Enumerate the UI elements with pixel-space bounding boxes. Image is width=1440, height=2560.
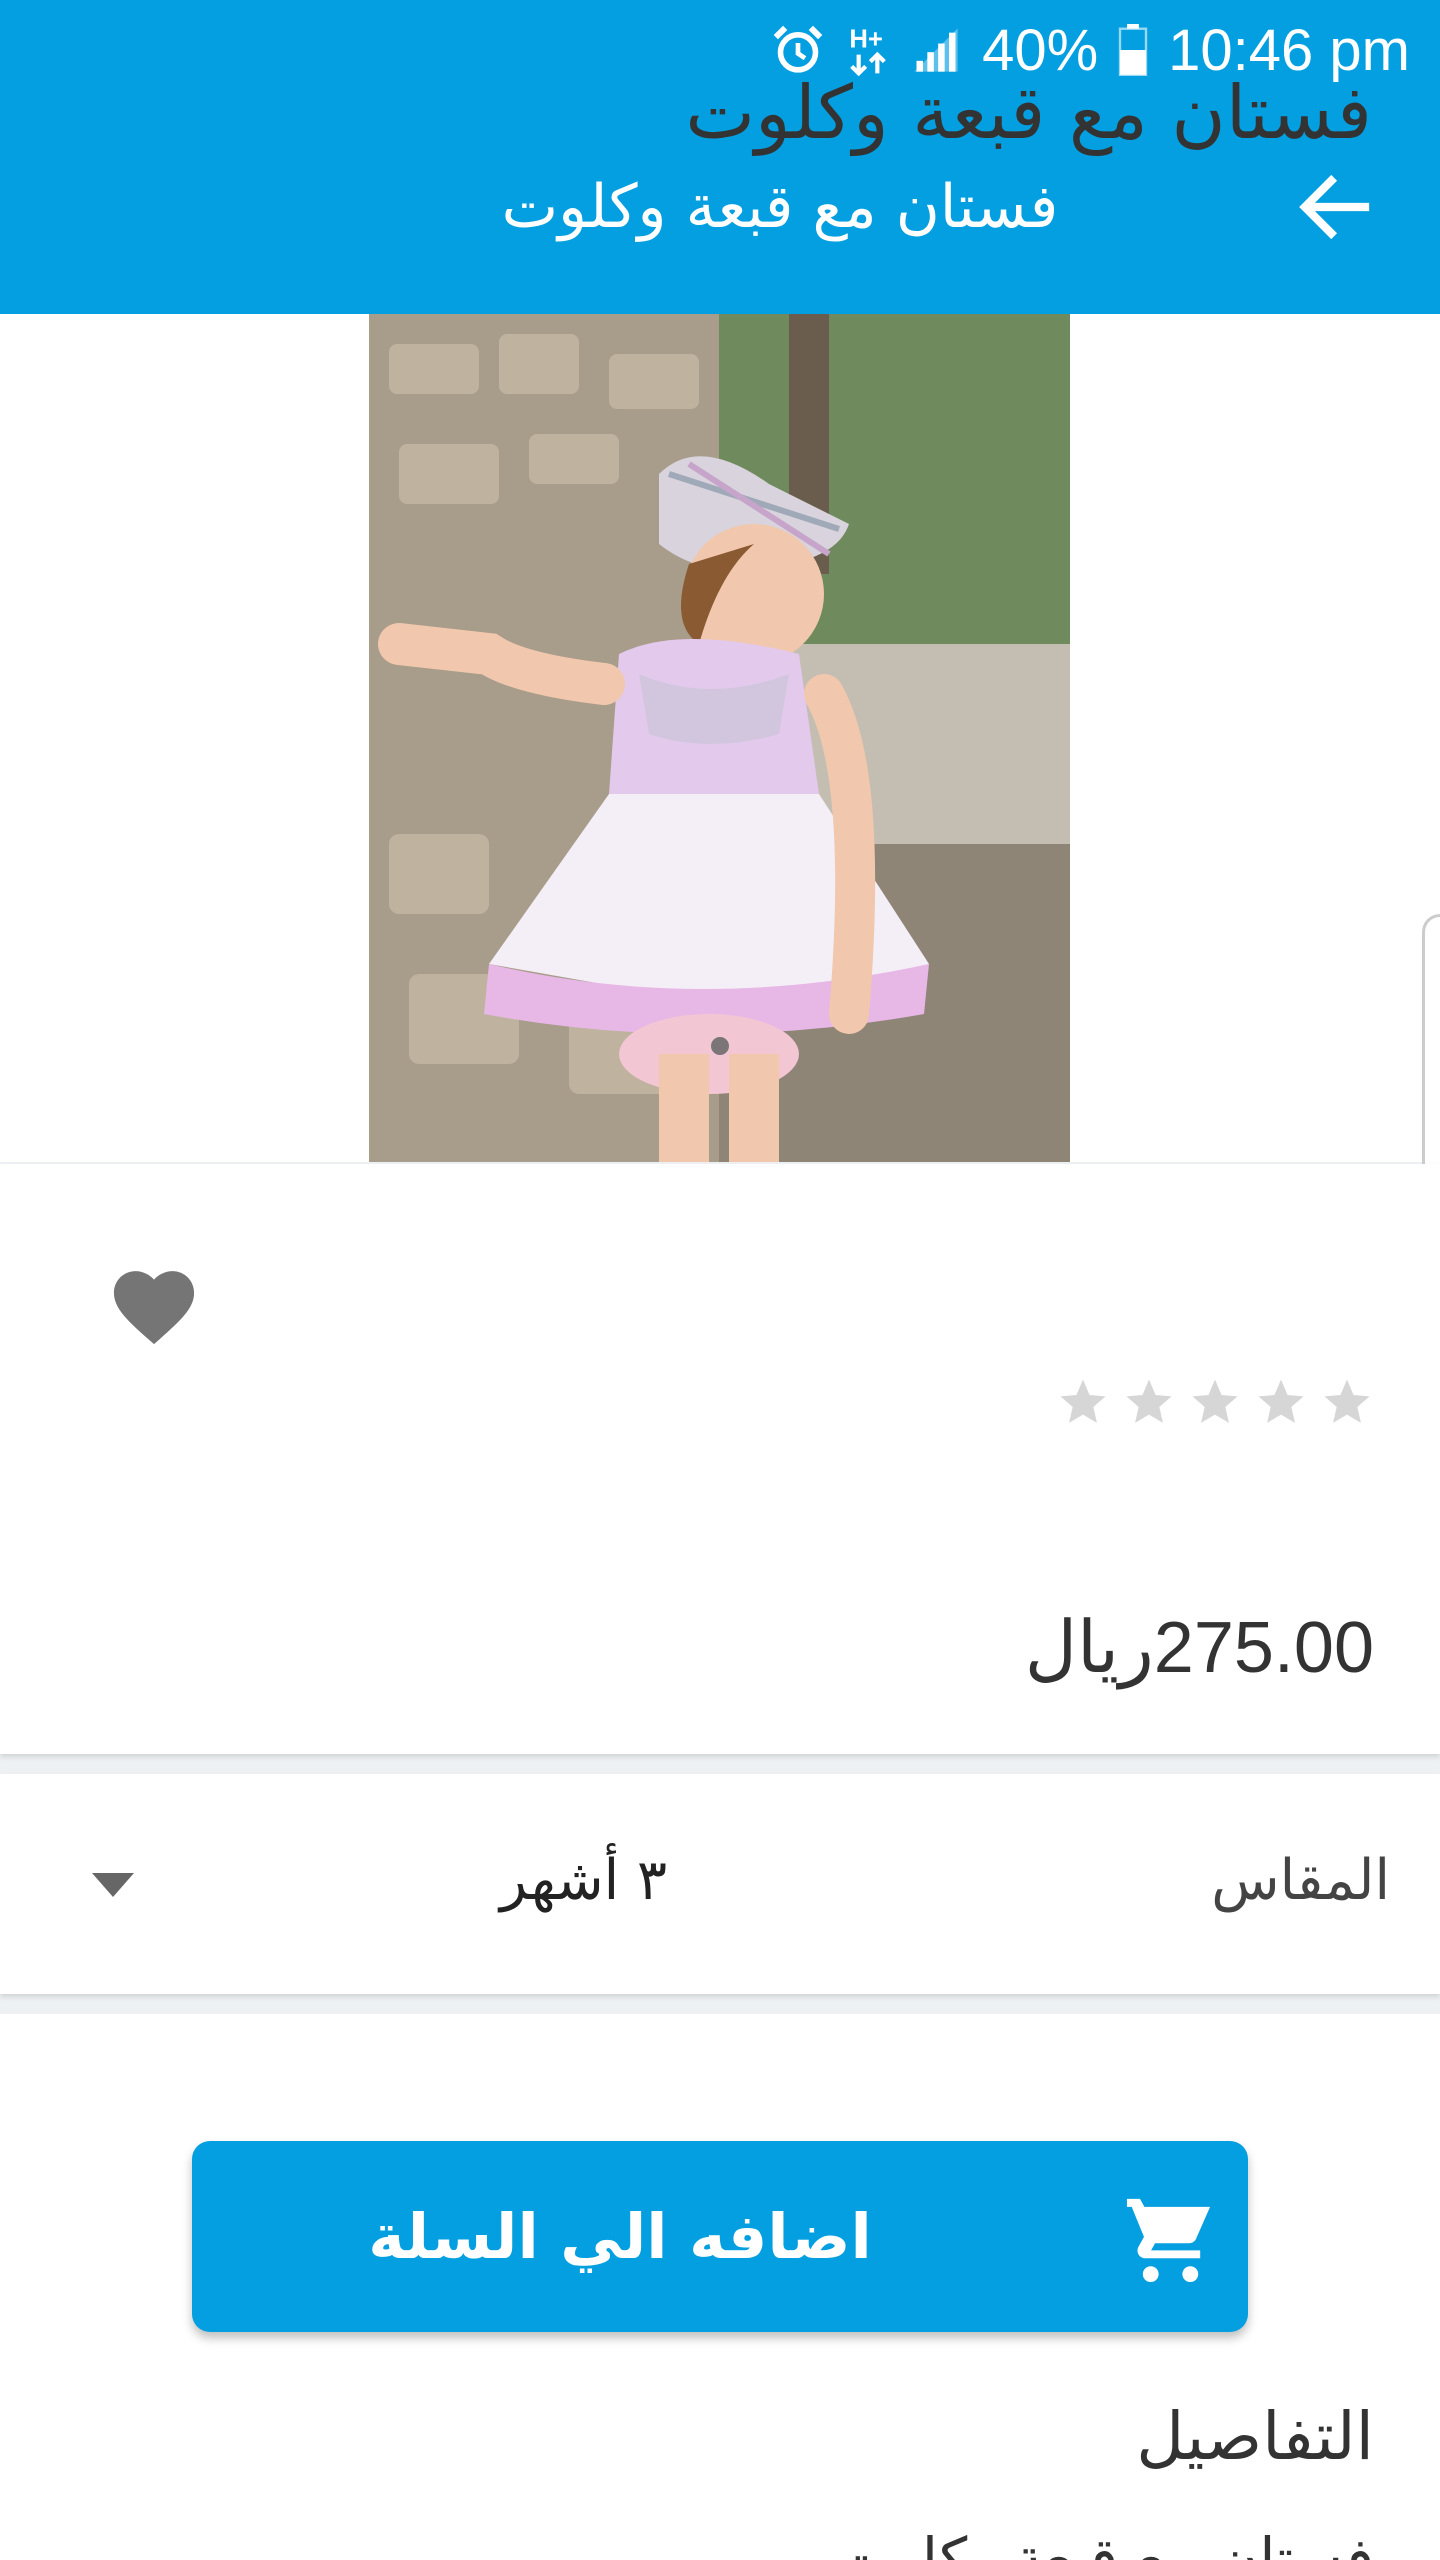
product-photo[interactable] <box>369 314 1070 1162</box>
size-dropdown-value[interactable]: ٣ أشهر <box>500 1848 667 1913</box>
signal-icon <box>914 28 958 72</box>
product-price: 275.00ريال <box>1024 1608 1374 1688</box>
star-icon[interactable] <box>1320 1375 1374 1429</box>
heart-icon[interactable] <box>108 1262 200 1346</box>
arrow-back-icon[interactable] <box>1290 162 1380 252</box>
product-title: فستان مع قبعة وكلوت <box>685 70 1372 156</box>
svg-text:H+: H+ <box>849 26 883 54</box>
size-label: المقاس <box>1211 1848 1390 1913</box>
product-gallery[interactable] <box>0 314 1440 1394</box>
details-heading: التفاصيل <box>1136 2398 1374 2475</box>
add-to-cart-button[interactable]: اضافه الي السلة <box>192 2141 1248 2332</box>
details-text: فستان مع قبعة وكلوت <box>835 2525 1374 2560</box>
dropdown-arrow-icon[interactable] <box>92 1873 134 1897</box>
star-icon[interactable] <box>1254 1375 1308 1429</box>
add-to-cart-label: اضافه الي السلة <box>368 2200 872 2273</box>
cart-icon <box>1126 2198 1211 2283</box>
product-photo-illustration <box>369 314 1070 1162</box>
rating-stars[interactable] <box>1056 1375 1374 1429</box>
star-icon[interactable] <box>1056 1375 1110 1429</box>
star-icon[interactable] <box>1122 1375 1176 1429</box>
pager-dot <box>711 1037 729 1055</box>
star-icon[interactable] <box>1188 1375 1242 1429</box>
battery-icon <box>1118 24 1148 76</box>
